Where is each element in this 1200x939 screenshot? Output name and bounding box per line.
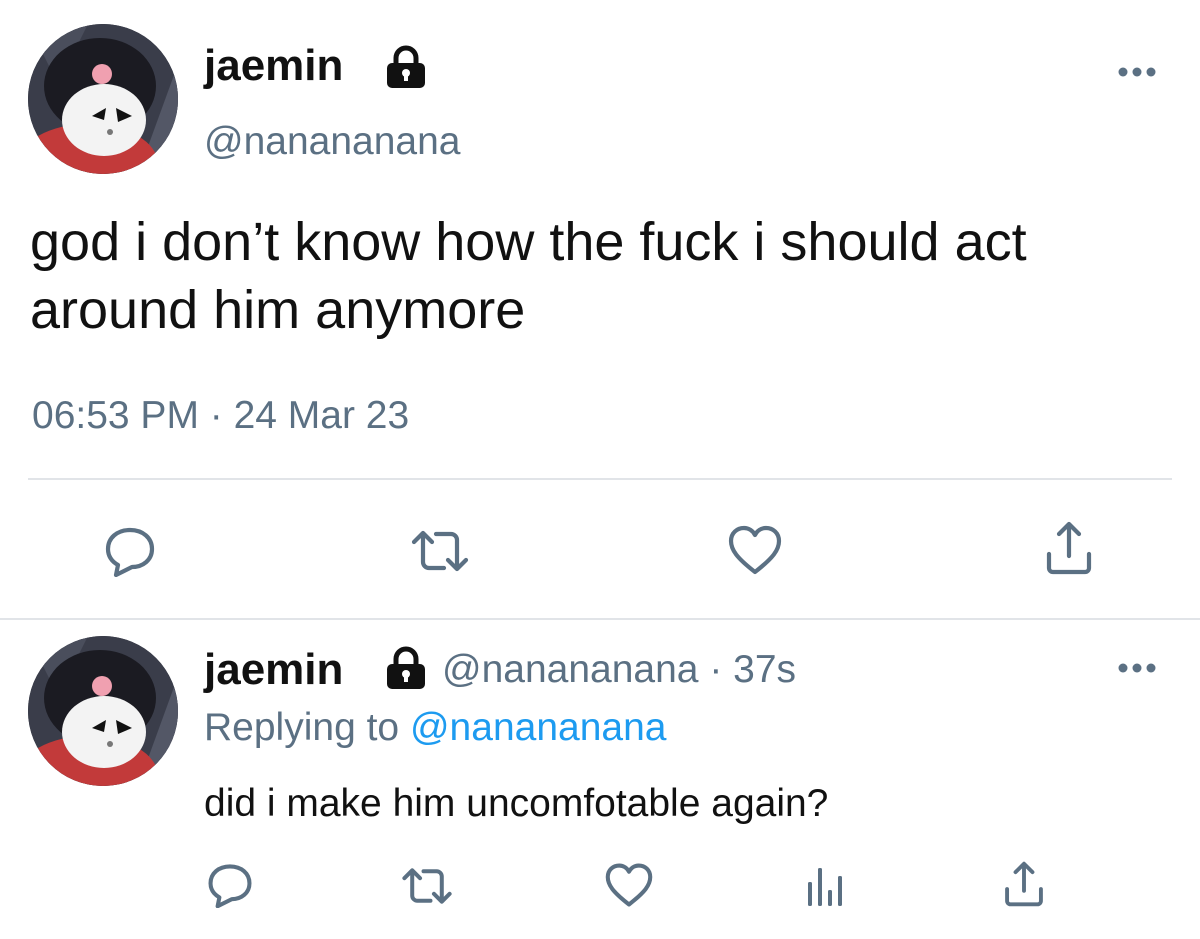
handle-and-time[interactable]: @nanananana · 37s: [442, 644, 796, 696]
reply-icon[interactable]: [104, 525, 156, 577]
divider: [28, 478, 1172, 480]
display-name[interactable]: jaemin: [204, 644, 343, 696]
like-icon[interactable]: [727, 524, 783, 576]
retweet-icon[interactable]: [400, 866, 454, 906]
display-name[interactable]: jaemin: [204, 40, 343, 92]
avatar-image: [28, 24, 178, 174]
user-handle[interactable]: @nanananana: [204, 118, 461, 166]
lock-icon: [382, 645, 430, 691]
profile-avatar[interactable]: [28, 636, 178, 786]
reply-icon[interactable]: [207, 862, 253, 908]
avatar-image: [28, 636, 178, 786]
tweet-text: god i don’t know how the fuck i should a…: [30, 212, 1027, 340]
replying-to-handle-link[interactable]: @nanananana: [410, 706, 667, 749]
profile-avatar[interactable]: [28, 24, 178, 174]
like-icon[interactable]: [604, 862, 654, 908]
replying-to-line: Replying to @nanananana: [204, 702, 666, 754]
tweet-timestamp[interactable]: 06:53 PM · 24 Mar 23: [32, 392, 409, 440]
more-options-icon[interactable]: [1112, 60, 1162, 84]
analytics-icon[interactable]: [804, 864, 848, 908]
retweet-icon[interactable]: [410, 528, 470, 574]
tweet-text: did i make him uncomfotable again?: [204, 782, 829, 825]
divider: [0, 618, 1200, 620]
lock-icon: [382, 44, 430, 90]
share-icon[interactable]: [1043, 520, 1095, 576]
replying-to-label: Replying to: [204, 706, 400, 749]
more-options-icon[interactable]: [1112, 656, 1162, 680]
share-icon[interactable]: [1002, 860, 1046, 908]
